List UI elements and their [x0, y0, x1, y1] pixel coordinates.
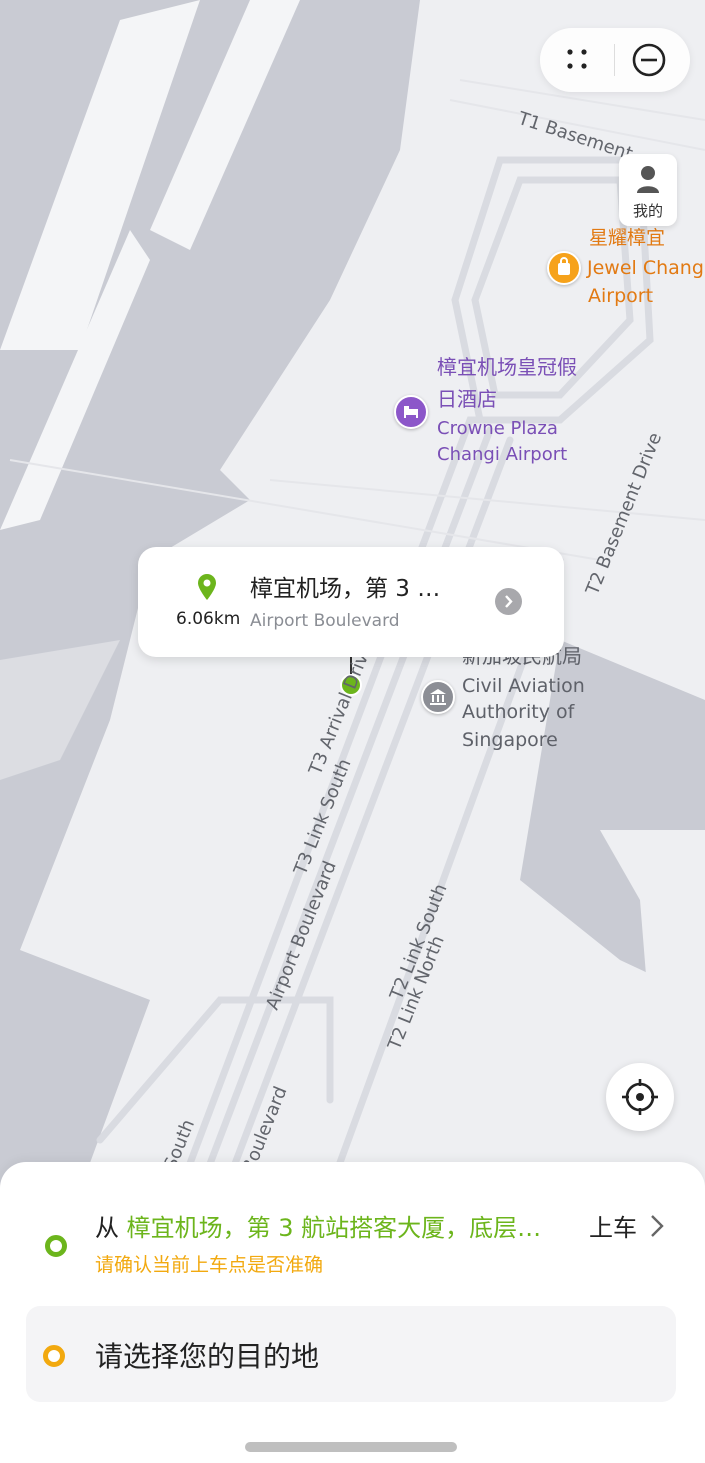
- pickup-callout[interactable]: 6.06km 樟宜机场，第 3 … Airport Boulevard: [138, 547, 564, 657]
- chevron-right-icon[interactable]: [648, 1212, 666, 1240]
- poi-jewel-en-2[interactable]: Airport: [588, 282, 653, 310]
- poi-caas-en-3[interactable]: Singapore: [462, 726, 558, 754]
- shopping-bag-icon[interactable]: [547, 251, 581, 285]
- close-minus-icon[interactable]: [630, 41, 668, 79]
- callout-distance: 6.06km: [176, 609, 241, 629]
- more-dots-icon[interactable]: [564, 46, 592, 74]
- home-indicator[interactable]: [245, 1442, 457, 1452]
- poi-crowne-zh-1[interactable]: 樟宜机场皇冠假: [437, 354, 577, 380]
- pickup-row[interactable]: 从 樟宜机场，第 3 航站搭客大厦，底层… 上车 请确认当前上车点是否准确: [0, 1192, 705, 1282]
- poi-crowne-en-2[interactable]: Changi Airport: [437, 442, 567, 468]
- pickup-place-name[interactable]: 樟宜机场，第 3 航站搭客大厦，底层…: [127, 1214, 542, 1242]
- pickup-confirm-hint: 请确认当前上车点是否准确: [95, 1254, 324, 1276]
- destination-dot-icon: [43, 1345, 65, 1367]
- my-profile-label: 我的: [632, 202, 663, 220]
- divider: [614, 44, 615, 76]
- hotel-bed-icon[interactable]: [394, 395, 428, 429]
- pickup-suffix: 上车: [589, 1214, 637, 1242]
- pickup-dot-icon: [45, 1235, 67, 1257]
- pickup-from-prefix: 从: [95, 1214, 119, 1242]
- poi-crowne-en-1[interactable]: Crowne Plaza: [437, 416, 558, 442]
- my-profile-button[interactable]: 我的: [619, 154, 677, 226]
- destination-input[interactable]: 请选择您的目的地: [26, 1306, 676, 1402]
- top-controls: [540, 28, 690, 92]
- chevron-right-icon[interactable]: [495, 588, 522, 615]
- poi-caas-en-1[interactable]: Civil Aviation: [462, 672, 585, 700]
- poi-jewel-en-1[interactable]: Jewel Changi: [587, 254, 705, 282]
- locate-me-button[interactable]: [606, 1063, 674, 1131]
- poi-crowne-zh-2[interactable]: 日酒店: [437, 386, 497, 412]
- location-pin-icon: [196, 573, 218, 601]
- ride-bottom-sheet: 从 樟宜机场，第 3 航站搭客大厦，底层… 上车 请确认当前上车点是否准确 请选…: [0, 1162, 705, 1463]
- callout-subtitle: Airport Boulevard: [250, 611, 400, 631]
- poi-jewel-zh[interactable]: 星耀樟宜: [589, 224, 665, 252]
- destination-placeholder: 请选择您的目的地: [95, 1340, 320, 1373]
- callout-title: 樟宜机场，第 3 …: [250, 576, 441, 602]
- crosshair-icon: [620, 1077, 660, 1117]
- person-icon: [635, 164, 661, 194]
- poi-caas-en-2[interactable]: Authority of: [462, 698, 574, 726]
- government-building-icon[interactable]: [421, 680, 455, 714]
